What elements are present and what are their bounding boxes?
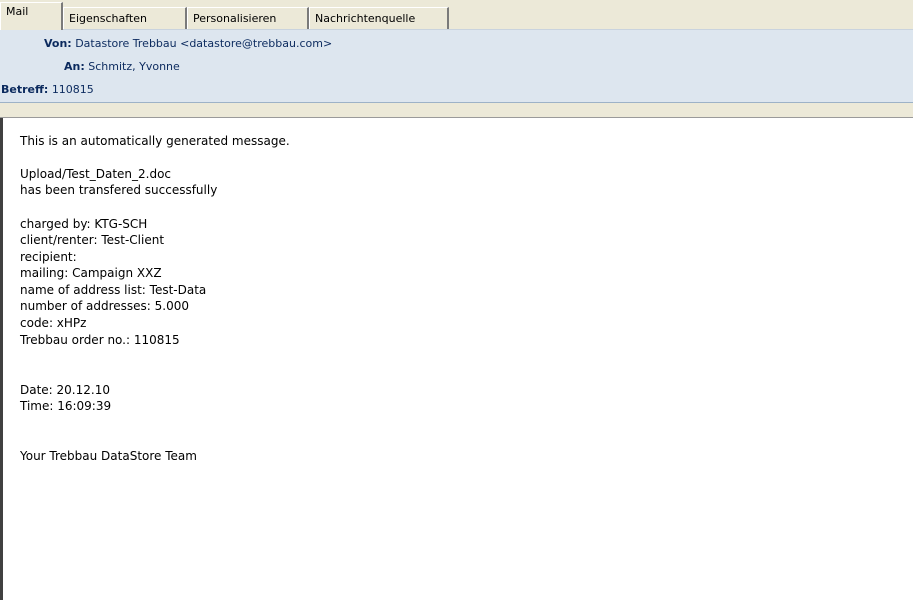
- body-line-charged-by: charged by: KTG-SCH: [20, 217, 148, 231]
- from-label: Von:: [44, 37, 72, 50]
- subject-row: Betreff: 110815: [1, 81, 94, 99]
- body-line-client: client/renter: Test-Client: [20, 233, 165, 247]
- body-line-signature: Your Trebbau DataStore Team: [20, 449, 197, 463]
- body-line-intro: This is an automatically generated messa…: [20, 134, 290, 148]
- body-line-recipient: recipient:: [20, 250, 77, 264]
- from-value[interactable]: Datastore Trebbau <datastore@trebbau.com…: [75, 37, 332, 50]
- message-header: Von: Datastore Trebbau <datastore@trebba…: [0, 29, 913, 103]
- body-line-date: Date: 20.12.10: [20, 383, 110, 397]
- tab-bar: Mail Eigenschaften Personalisieren Nachr…: [0, 0, 913, 30]
- tab-personalisieren[interactable]: Personalisieren: [187, 7, 309, 29]
- header-divider: [0, 103, 913, 118]
- body-line-order-no: Trebbau order no.: 110815: [20, 333, 180, 347]
- body-line-code: code: xHPz: [20, 316, 87, 330]
- body-line-mailing: mailing: Campaign XXZ: [20, 266, 162, 280]
- to-label: An:: [64, 60, 85, 73]
- to-row: An: Schmitz, Yvonne: [64, 58, 180, 76]
- body-line-address-list: name of address list: Test-Data: [20, 283, 207, 297]
- from-row: Von: Datastore Trebbau <datastore@trebba…: [44, 35, 332, 53]
- tab-nachrichtenquelle[interactable]: Nachrichtenquelle: [309, 7, 449, 29]
- subject-label: Betreff:: [1, 83, 49, 96]
- tab-mail[interactable]: Mail: [0, 2, 63, 30]
- tab-eigenschaften[interactable]: Eigenschaften: [63, 7, 187, 29]
- to-value[interactable]: Schmitz, Yvonne: [88, 60, 180, 73]
- subject-value: 110815: [51, 83, 94, 96]
- body-line-address-count: number of addresses: 5.000: [20, 299, 190, 313]
- body-line-status: has been transfered successfully: [20, 183, 218, 197]
- body-line-file: Upload/Test_Daten_2.doc: [20, 167, 172, 181]
- message-body[interactable]: This is an automatically generated messa…: [0, 118, 913, 600]
- body-line-time: Time: 16:09:39: [20, 399, 112, 413]
